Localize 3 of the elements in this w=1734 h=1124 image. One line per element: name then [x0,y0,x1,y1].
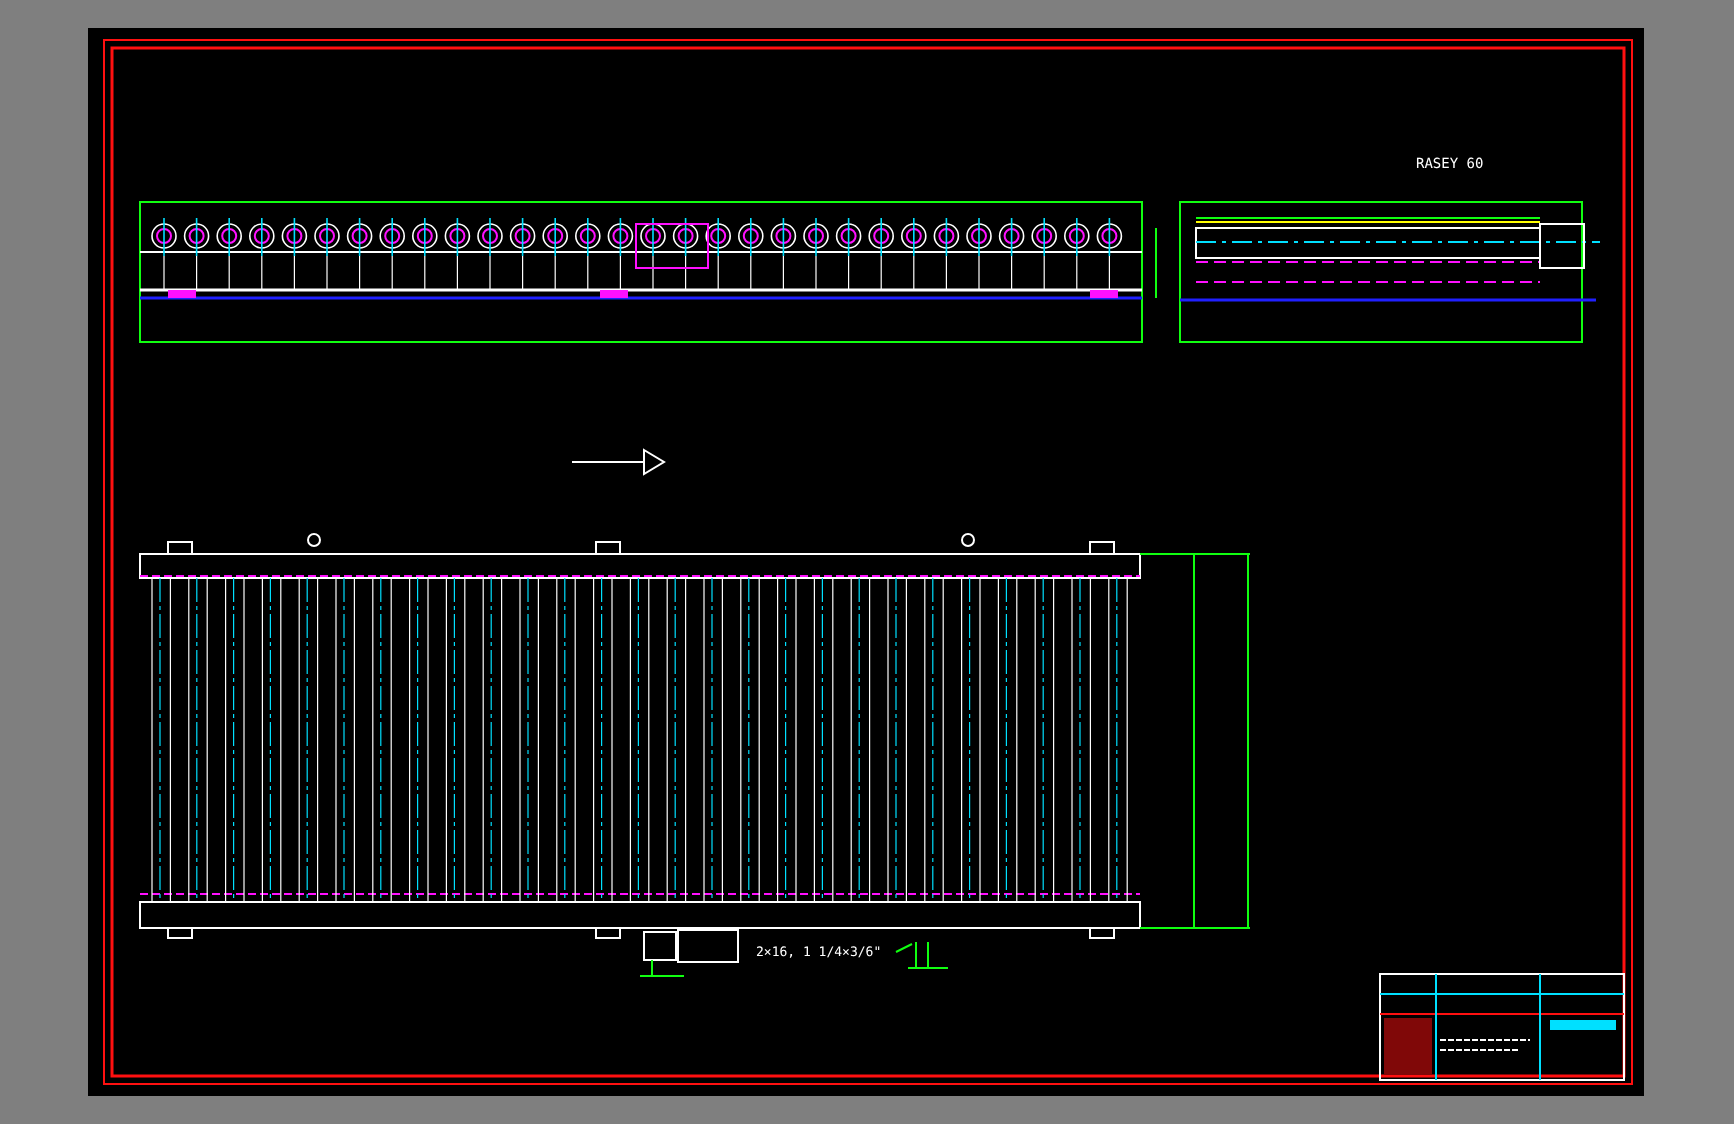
flow-arrow-drawing [571,448,666,476]
motor-drawing [639,929,739,977]
leader-bracket-drawing [895,941,949,969]
